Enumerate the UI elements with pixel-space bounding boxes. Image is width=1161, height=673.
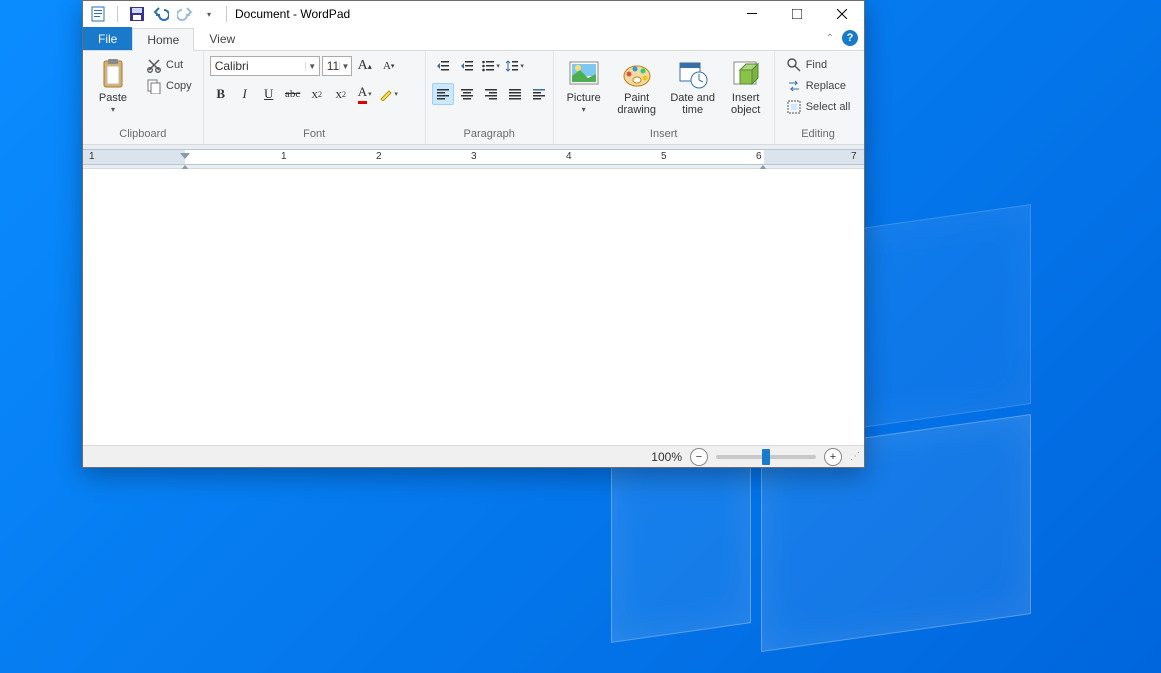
italic-button[interactable]: I xyxy=(234,83,256,105)
insert-paint-button[interactable]: Paint drawing xyxy=(612,55,662,117)
bullet-list-button[interactable]: ▾ xyxy=(480,55,502,77)
copy-button[interactable]: Copy xyxy=(141,76,197,96)
replace-button[interactable]: Replace xyxy=(781,76,856,96)
group-insert: Picture▾ Paint drawing Date and time Ins… xyxy=(554,51,775,144)
highlight-button[interactable]: ▾ xyxy=(378,83,400,105)
group-label-insert: Insert xyxy=(560,128,768,142)
group-clipboard: Paste ▾ Cut Copy Clipboard xyxy=(83,51,204,144)
quick-access-toolbar: ▾ xyxy=(87,3,220,25)
zoom-out-button[interactable]: − xyxy=(690,448,708,466)
save-icon[interactable] xyxy=(126,3,148,25)
app-icon[interactable] xyxy=(87,3,109,25)
paragraph-dialog-button[interactable] xyxy=(528,83,550,105)
collapse-ribbon-icon[interactable]: ⌃ xyxy=(826,33,834,44)
group-label-editing: Editing xyxy=(781,128,856,142)
window-title: Document - WordPad xyxy=(235,7,350,21)
group-label-clipboard: Clipboard xyxy=(89,128,197,142)
group-paragraph: ▾ ▾ Paragraph xyxy=(426,51,554,144)
paste-button[interactable]: Paste ▾ xyxy=(89,55,137,117)
wordpad-window: ▾ Document - WordPad File Home View ⌃ ? … xyxy=(82,0,865,468)
grow-font-button[interactable]: A▴ xyxy=(354,55,376,77)
ribbon-tabs: File Home View ⌃ ? xyxy=(83,27,864,51)
help-icon[interactable]: ? xyxy=(842,30,858,46)
close-button[interactable] xyxy=(819,1,864,27)
font-name-combo[interactable]: Calibri▼ xyxy=(210,56,320,76)
group-editing: Find Replace Select all Editing xyxy=(775,51,862,144)
maximize-button[interactable] xyxy=(774,1,819,27)
zoom-level: 100% xyxy=(651,450,682,464)
underline-button[interactable]: U xyxy=(258,83,280,105)
subscript-button[interactable]: x2 xyxy=(306,83,328,105)
tab-home[interactable]: Home xyxy=(132,28,194,51)
zoom-slider[interactable] xyxy=(716,455,816,459)
ribbon: Paste ▾ Cut Copy Clipboard xyxy=(83,51,864,145)
decrease-indent-button[interactable] xyxy=(432,55,454,77)
titlebar[interactable]: ▾ Document - WordPad xyxy=(83,1,864,27)
superscript-button[interactable]: x2 xyxy=(330,83,352,105)
align-center-button[interactable] xyxy=(456,83,478,105)
tab-file[interactable]: File xyxy=(83,27,132,50)
document-canvas[interactable] xyxy=(83,169,864,445)
cut-button[interactable]: Cut xyxy=(141,55,197,75)
align-right-button[interactable] xyxy=(480,83,502,105)
statusbar: 100% − + ⋰ xyxy=(83,445,864,467)
strikethrough-button[interactable]: abc xyxy=(282,83,304,105)
redo-icon[interactable] xyxy=(174,3,196,25)
font-size-combo[interactable]: 11▼ xyxy=(322,56,352,76)
insert-picture-button[interactable]: Picture▾ xyxy=(560,55,608,117)
select-all-button[interactable]: Select all xyxy=(781,97,856,117)
align-left-button[interactable] xyxy=(432,83,454,105)
insert-datetime-button[interactable]: Date and time xyxy=(666,55,720,117)
align-justify-button[interactable] xyxy=(504,83,526,105)
font-color-button[interactable]: A▾ xyxy=(354,83,376,105)
first-line-indent-marker[interactable] xyxy=(180,153,190,159)
group-font: Calibri▼ 11▼ A▴ A▾ B I U abc x2 x2 A▾ xyxy=(204,51,426,144)
find-button[interactable]: Find xyxy=(781,55,856,75)
shrink-font-button[interactable]: A▾ xyxy=(378,55,400,77)
group-label-paragraph: Paragraph xyxy=(432,128,547,142)
minimize-button[interactable] xyxy=(729,1,774,27)
increase-indent-button[interactable] xyxy=(456,55,478,77)
bold-button[interactable]: B xyxy=(210,83,232,105)
resize-grip-icon[interactable]: ⋰ xyxy=(850,451,858,462)
qat-customize-icon[interactable]: ▾ xyxy=(198,3,220,25)
ruler[interactable]: 1 1 2 3 4 5 6 7 xyxy=(83,145,864,169)
undo-icon[interactable] xyxy=(150,3,172,25)
zoom-in-button[interactable]: + xyxy=(824,448,842,466)
tab-view[interactable]: View xyxy=(194,27,250,50)
insert-object-button[interactable]: Insert object xyxy=(724,55,768,117)
line-spacing-button[interactable]: ▾ xyxy=(504,55,526,77)
group-label-font: Font xyxy=(210,128,419,142)
